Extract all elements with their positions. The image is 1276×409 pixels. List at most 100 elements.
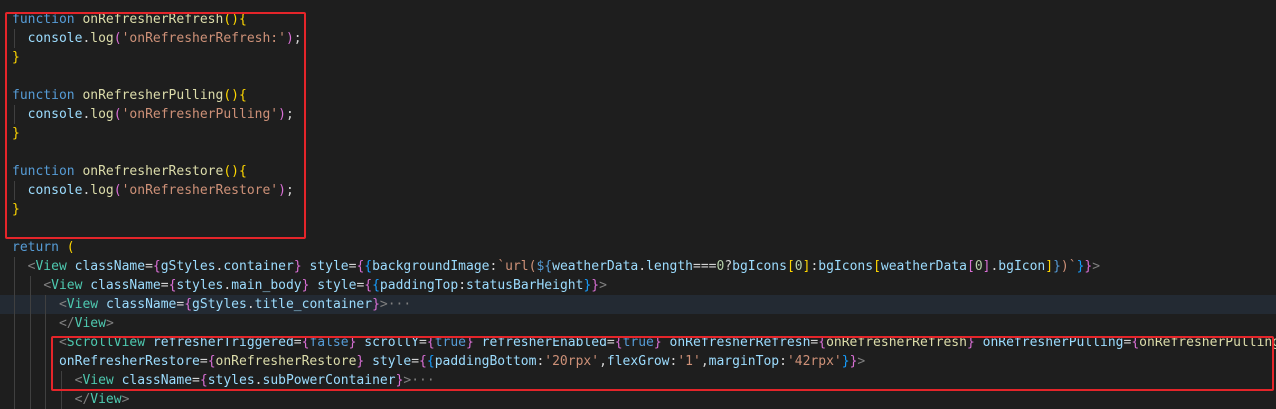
code-token: style [317, 278, 357, 293]
code-line[interactable]: <View className= {styles.main_body} style… [0, 276, 1276, 295]
code-token: = [606, 335, 615, 350]
code-token: > [121, 392, 130, 407]
code-token: log [90, 31, 114, 46]
code-token: style [372, 354, 412, 369]
code-token: View [90, 392, 122, 407]
code-line[interactable]: onRefresherRestore={onRefresherRestore} … [0, 352, 1276, 371]
code-token: > [1092, 259, 1101, 274]
code-text: <ScrollView refresherTriggered={false} s… [12, 333, 1276, 352]
code-token: } [12, 126, 20, 141]
code-token: log [90, 107, 114, 122]
code-line[interactable]: } [0, 48, 1276, 67]
code-token: . [246, 297, 255, 312]
code-line[interactable]: <View className={gStyles.title_container… [0, 295, 1276, 314]
code-token: View [35, 259, 67, 274]
code-token: bgIcon [998, 259, 1046, 274]
code-text: function onRefresherPulling(){ [12, 86, 247, 105]
code-token: , [599, 354, 607, 369]
code-token: 0 [974, 259, 983, 274]
code-token: ? [724, 259, 733, 274]
code-token: . [254, 373, 263, 388]
code-line[interactable]: } [0, 200, 1276, 219]
code-token: onRefresherRestore [82, 164, 224, 179]
code-token: === [693, 259, 717, 274]
code-token: = [293, 335, 302, 350]
code-line[interactable]: <ScrollView refresherTriggered={false} s… [0, 333, 1276, 352]
code-token: > [105, 316, 114, 331]
code-token: { [239, 12, 247, 27]
code-line[interactable] [0, 219, 1276, 238]
code-token: onRefresherRestore [215, 354, 357, 369]
code-text: } [12, 124, 20, 143]
code-token: : [779, 354, 787, 369]
code-token: ( [113, 183, 122, 198]
code-line[interactable]: </View> [0, 390, 1276, 409]
code-token: weatherData [880, 259, 967, 274]
code-token: [ [873, 259, 881, 274]
code-line[interactable]: } [0, 124, 1276, 143]
code-token: )` [1060, 259, 1077, 274]
code-token: '20rpx' [544, 354, 600, 369]
code-editor[interactable]: function onRefresherRefresh(){ console.l… [0, 0, 1276, 409]
code-line[interactable]: </View> [0, 314, 1276, 333]
code-token: View [51, 278, 83, 293]
code-text: <View className={styles.subPowerContaine… [12, 371, 435, 390]
code-token: onRefresherRefresh [82, 12, 224, 27]
code-token: className [90, 278, 161, 293]
code-line[interactable] [0, 143, 1276, 162]
code-line[interactable]: console.log('onRefresherPulling'); [0, 105, 1276, 124]
code-token: ( [66, 240, 75, 255]
code-line[interactable]: function onRefresherRefresh(){ [0, 10, 1276, 29]
code-line[interactable]: <View className={gStyles.container} styl… [0, 257, 1276, 276]
code-token: gStyles [192, 297, 247, 312]
code-token: className [74, 259, 146, 274]
code-token: refresherEnabled [481, 335, 607, 350]
code-token: ) [231, 12, 239, 27]
code-line[interactable]: function onRefresherPulling(){ [0, 86, 1276, 105]
code-token: View [74, 316, 106, 331]
code-token: } [372, 297, 380, 312]
code-line[interactable]: return ( [0, 238, 1276, 257]
code-token: = [411, 354, 420, 369]
code-token: ; [293, 31, 302, 46]
code-token: } [653, 335, 662, 350]
code-token: } [293, 259, 302, 274]
code-token: [ [786, 259, 795, 274]
code-token: title_container [254, 297, 373, 312]
code-token: onRefresherRefresh [669, 335, 811, 350]
code-token: className [105, 297, 177, 312]
code-token: 'onRefresherRestore' [121, 183, 279, 198]
code-line[interactable]: function onRefresherRestore(){ [0, 162, 1276, 181]
code-token: } [841, 354, 850, 369]
code-token: < [58, 297, 67, 312]
code-line[interactable] [0, 67, 1276, 86]
code-token: { [184, 297, 193, 312]
code-token: = [145, 259, 153, 274]
code-token: View [82, 373, 114, 388]
code-token: . [223, 278, 232, 293]
code-line[interactable]: <View className={styles.subPowerContaine… [0, 371, 1276, 390]
code-token: ; [285, 107, 294, 122]
code-token: } [1053, 259, 1061, 274]
code-line[interactable]: console.log('onRefresherRefresh:'); [0, 29, 1276, 48]
code-token: marginTop [708, 354, 780, 369]
code-token: false [309, 335, 349, 350]
code-text: </View> [12, 390, 130, 409]
code-token: } [591, 278, 600, 293]
code-token: onRefresherPulling [1139, 335, 1276, 350]
code-token: } [12, 202, 20, 217]
code-line[interactable]: console.log('onRefresherRestore'); [0, 181, 1276, 200]
code-token: ( [223, 88, 232, 103]
code-token: { [364, 278, 373, 293]
code-token: log [90, 183, 114, 198]
code-token: ( [113, 31, 122, 46]
code-token: true [622, 335, 654, 350]
